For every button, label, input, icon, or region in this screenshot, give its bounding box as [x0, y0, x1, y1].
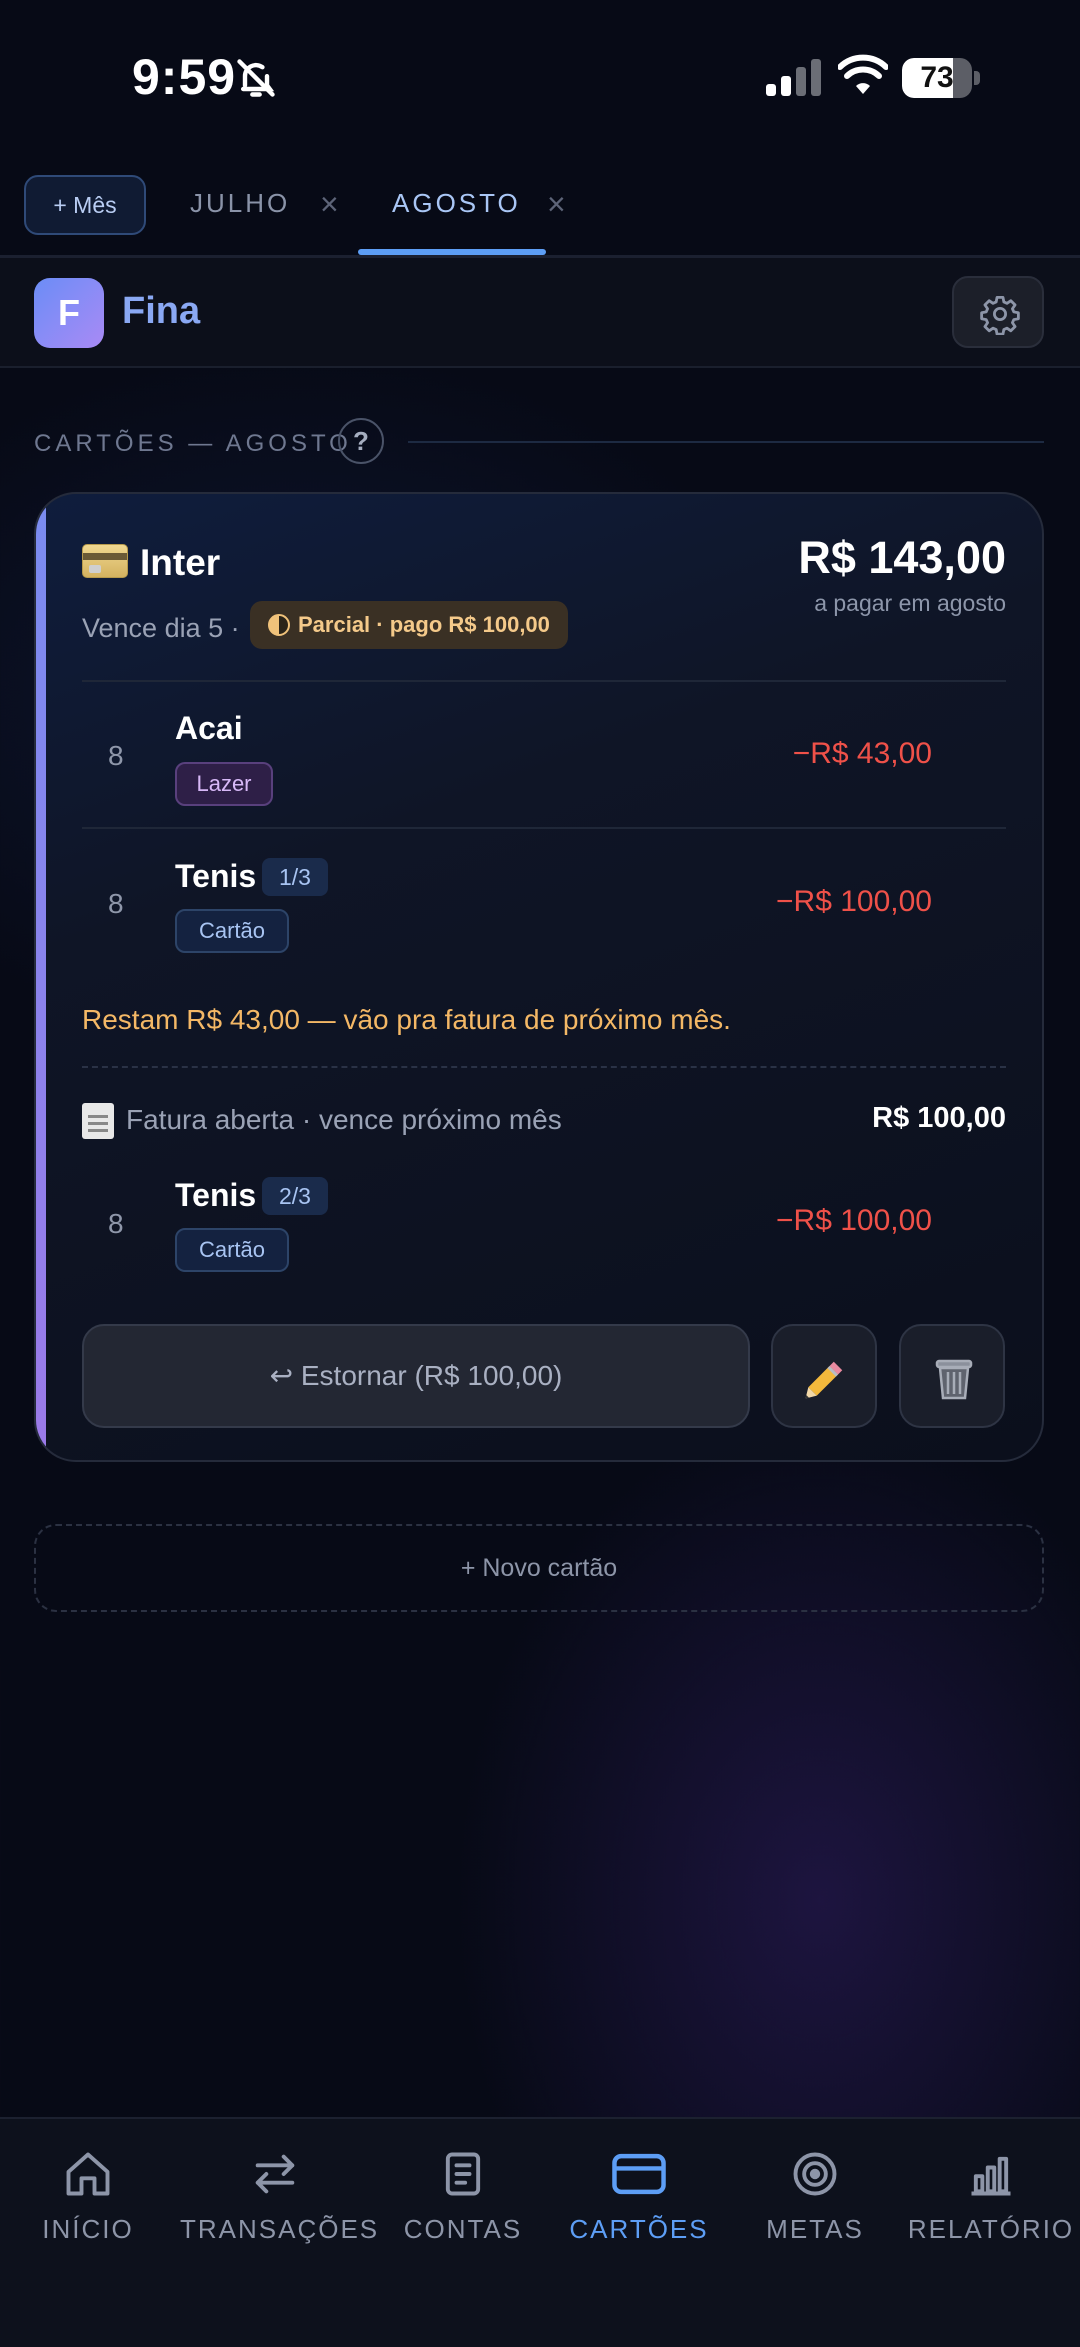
transaction-amount: −R$ 100,00 [776, 1204, 932, 1237]
card-name: Inter [140, 542, 221, 583]
open-invoice-label: Fatura aberta · vence próximo mês [126, 1104, 562, 1135]
battery-percent: 73 [920, 61, 954, 94]
transaction-day: 8 [108, 888, 124, 919]
transaction-divider [82, 827, 1006, 829]
nav-label: RELATÓRIO [907, 2214, 1075, 2244]
close-tab-agosto-icon[interactable]: × [547, 186, 566, 223]
nav-item-metas[interactable]: METAS [720, 2138, 910, 2245]
edit-card-button[interactable] [771, 1324, 877, 1428]
transaction-amount: −R$ 43,00 [792, 737, 932, 770]
transaction-title[interactable]: Acai [175, 710, 243, 747]
tab-agosto[interactable]: AGOSTO [392, 188, 521, 219]
dashed-divider [82, 1066, 1006, 1068]
nav-item-relatorio[interactable]: RELATÓRIO [896, 2138, 1080, 2245]
status-time: 9:59 [132, 49, 237, 105]
installment-badge: 1/3 [262, 858, 328, 896]
app-name: Fina [122, 290, 201, 332]
category-pill: Lazer [175, 762, 273, 806]
nav-item-contas[interactable]: CONTAS [368, 2138, 558, 2245]
category-pill: Cartão [175, 1228, 289, 1272]
target-icon [793, 2152, 837, 2196]
card-icon [612, 2153, 666, 2195]
battery-indicator: 73 [902, 58, 980, 98]
half-moon-icon [268, 614, 290, 636]
home-icon [66, 2152, 110, 2196]
card-total-caption: a pagar em agosto [814, 590, 1006, 616]
cellular-signal-icon [766, 59, 821, 96]
help-icon[interactable]: ? [338, 418, 384, 464]
nav-item-transacoes[interactable]: TRANSAÇÕES [180, 2138, 380, 2245]
tab-julho[interactable]: JULHO [190, 188, 290, 219]
card-due-date: Vence dia 5 · [82, 613, 240, 643]
transaction-day: 8 [108, 740, 124, 771]
nav-label: INÍCIO [42, 2214, 134, 2244]
wifi-icon [838, 54, 888, 94]
close-tab-julho-icon[interactable]: × [320, 186, 339, 223]
delete-card-button[interactable] [899, 1324, 1005, 1428]
transaction-title[interactable]: Tenis [175, 858, 256, 895]
installment-badge: 2/3 [262, 1177, 328, 1215]
nav-label: CONTAS [403, 2214, 523, 2244]
remaining-balance-note: Restam R$ 43,00 — vão pra fatura de próx… [82, 1004, 731, 1035]
section-divider [408, 441, 1044, 443]
trash-icon [935, 1359, 973, 1400]
app-logo: F [34, 278, 104, 348]
card-total-amount: R$ 143,00 [798, 532, 1006, 583]
nav-label: METAS [766, 2214, 864, 2244]
active-tab-indicator [358, 249, 546, 255]
credit-card-icon [82, 544, 128, 578]
refund-button[interactable]: ↩ Estornar (R$ 100,00) [82, 1324, 750, 1428]
category-pill: Cartão [175, 909, 289, 953]
receipt-icon [82, 1103, 114, 1139]
card-divider [82, 680, 1006, 682]
nav-label: TRANSAÇÕES [180, 2214, 380, 2244]
document-icon [445, 2152, 481, 2196]
transaction-title[interactable]: Tenis [175, 1177, 256, 1214]
month-tab-bar [0, 160, 1080, 258]
transaction-day: 8 [108, 1208, 124, 1239]
nav-item-inicio[interactable]: INÍCIO [0, 2138, 183, 2245]
gear-icon [980, 295, 1020, 335]
open-invoice-amount: R$ 100,00 [872, 1102, 1006, 1134]
settings-button[interactable] [952, 276, 1044, 348]
nav-item-cartoes[interactable]: CARTÕES [544, 2138, 734, 2245]
chart-icon [971, 2156, 1011, 2196]
pencil-icon [805, 1361, 843, 1399]
new-card-button[interactable]: + Novo cartão [34, 1524, 1044, 1612]
payment-status-badge: Parcial · pago R$ 100,00 [250, 601, 568, 649]
transaction-amount: −R$ 100,00 [776, 885, 932, 918]
nav-label: CARTÕES [569, 2214, 709, 2244]
arrows-icon [255, 2154, 295, 2194]
section-title: CARTÕES — AGOSTO [34, 430, 352, 457]
bell-muted-icon [237, 59, 275, 97]
add-month-button[interactable]: + Mês [24, 175, 146, 235]
